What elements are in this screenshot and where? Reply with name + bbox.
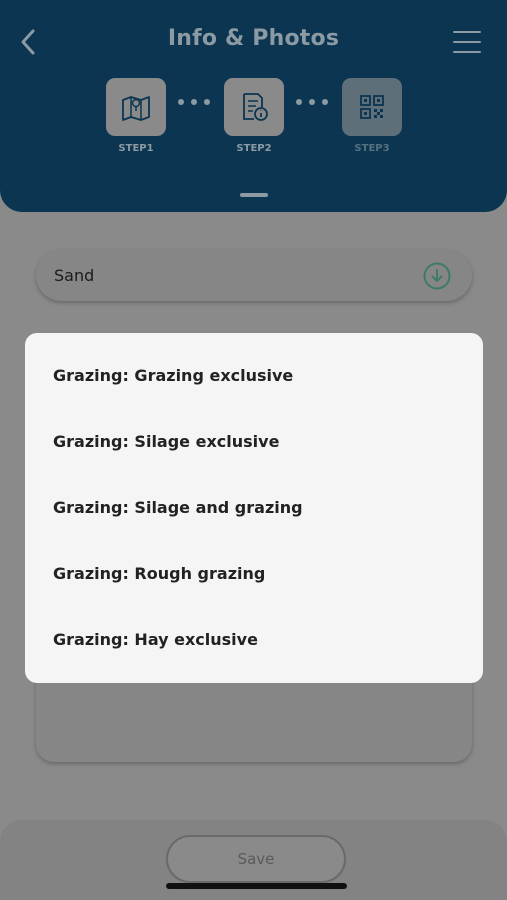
document-info-icon	[243, 93, 268, 121]
option-grazing-exclusive[interactable]: Grazing: Grazing exclusive	[25, 342, 483, 408]
page-title: Info & Photos	[167, 26, 340, 51]
grazing-options-popup: Grazing: Grazing exclusive Grazing: Sila…	[25, 333, 483, 683]
soil-type-select[interactable]: Sand	[36, 250, 472, 301]
option-silage-exclusive[interactable]: Grazing: Silage exclusive	[25, 408, 483, 474]
step-3-button[interactable]	[342, 78, 402, 136]
sheet-handle[interactable]	[240, 193, 268, 197]
header: Info & Photos STEP1 STEP2 STEP3	[0, 0, 507, 212]
qr-code-icon	[360, 95, 384, 119]
save-button[interactable]: Save	[166, 835, 346, 883]
map-icon	[122, 96, 150, 121]
step-2-label: STEP2	[236, 143, 272, 154]
step-3-label: STEP3	[354, 143, 390, 154]
step-1-button[interactable]	[106, 78, 166, 136]
step-connector-dots	[178, 99, 210, 105]
soil-type-value: Sand	[54, 266, 95, 285]
arrow-down-circle-icon	[423, 262, 451, 290]
option-rough-grazing[interactable]: Grazing: Rough grazing	[25, 540, 483, 606]
step-2-button[interactable]	[224, 78, 284, 136]
option-silage-and-grazing[interactable]: Grazing: Silage and grazing	[25, 474, 483, 540]
hamburger-menu-icon[interactable]	[453, 28, 481, 56]
option-hay-exclusive[interactable]: Grazing: Hay exclusive	[25, 606, 483, 672]
step-connector-dots	[296, 99, 328, 105]
step-1-label: STEP1	[118, 143, 154, 154]
home-indicator	[166, 883, 347, 889]
